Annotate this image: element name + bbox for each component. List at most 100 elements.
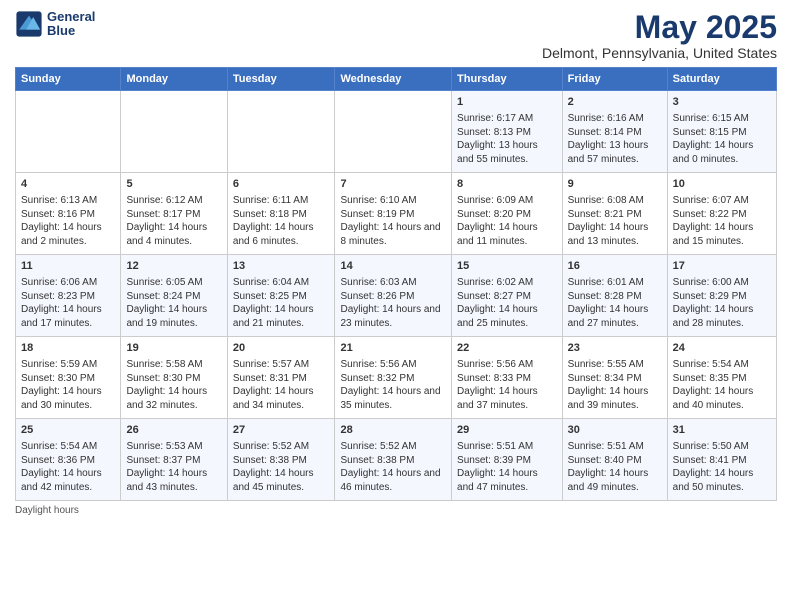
cell-content: Sunset: 8:38 PM	[340, 454, 446, 468]
cell-content: Sunset: 8:13 PM	[457, 126, 557, 140]
cell-content: Sunrise: 5:52 AM	[233, 440, 330, 454]
day-number: 16	[568, 259, 662, 274]
calendar-cell: 4Sunrise: 6:13 AMSunset: 8:16 PMDaylight…	[16, 173, 121, 255]
day-number: 15	[457, 259, 557, 274]
day-number: 31	[673, 423, 771, 438]
cell-content: Sunrise: 6:08 AM	[568, 194, 662, 208]
calendar-cell: 22Sunrise: 5:56 AMSunset: 8:33 PMDayligh…	[452, 337, 563, 419]
cell-content: Sunrise: 6:04 AM	[233, 276, 330, 290]
cell-content: Sunrise: 5:58 AM	[126, 358, 221, 372]
cell-content: Sunset: 8:28 PM	[568, 290, 662, 304]
cell-content: Sunset: 8:36 PM	[21, 454, 115, 468]
cell-content: Daylight: 14 hours and 40 minutes.	[673, 385, 771, 412]
calendar-cell	[227, 91, 335, 173]
cell-content: Sunrise: 5:51 AM	[568, 440, 662, 454]
generalblue-logo-icon	[15, 10, 43, 38]
day-number: 10	[673, 177, 771, 192]
calendar-cell: 12Sunrise: 6:05 AMSunset: 8:24 PMDayligh…	[121, 255, 227, 337]
cell-content: Sunset: 8:33 PM	[457, 372, 557, 386]
cell-content: Daylight: 14 hours and 4 minutes.	[126, 221, 221, 248]
day-number: 22	[457, 341, 557, 356]
day-number: 2	[568, 95, 662, 110]
column-header-sunday: Sunday	[16, 68, 121, 91]
cell-content: Sunset: 8:32 PM	[340, 372, 446, 386]
calendar-table: SundayMondayTuesdayWednesdayThursdayFrid…	[15, 67, 777, 501]
cell-content: Daylight: 14 hours and 30 minutes.	[21, 385, 115, 412]
cell-content: Sunset: 8:20 PM	[457, 208, 557, 222]
day-number: 25	[21, 423, 115, 438]
calendar-cell: 1Sunrise: 6:17 AMSunset: 8:13 PMDaylight…	[452, 91, 563, 173]
calendar-cell: 25Sunrise: 5:54 AMSunset: 8:36 PMDayligh…	[16, 419, 121, 501]
calendar-cell: 28Sunrise: 5:52 AMSunset: 8:38 PMDayligh…	[335, 419, 452, 501]
day-number: 12	[126, 259, 221, 274]
logo: General Blue	[15, 10, 95, 39]
calendar-cell: 9Sunrise: 6:08 AMSunset: 8:21 PMDaylight…	[562, 173, 667, 255]
cell-content: Sunset: 8:14 PM	[568, 126, 662, 140]
calendar-cell: 8 Sunrise: 6:09 AMSunset: 8:20 PMDaylight…	[452, 173, 563, 255]
footer-note: Daylight hours	[15, 505, 777, 516]
cell-content: Sunrise: 5:53 AM	[126, 440, 221, 454]
day-number: 8	[457, 177, 557, 192]
calendar-cell: 31Sunrise: 5:50 AMSunset: 8:41 PMDayligh…	[667, 419, 776, 501]
calendar-cell: 29Sunrise: 5:51 AMSunset: 8:39 PMDayligh…	[452, 419, 563, 501]
calendar-cell: 11Sunrise: 6:06 AMSunset: 8:23 PMDayligh…	[16, 255, 121, 337]
day-number: 28	[340, 423, 446, 438]
calendar-cell: 24Sunrise: 5:54 AMSunset: 8:35 PMDayligh…	[667, 337, 776, 419]
calendar-cell: 2 Sunrise: 6:16 AMSunset: 8:14 PMDaylight…	[562, 91, 667, 173]
cell-content: Sunset: 8:30 PM	[21, 372, 115, 386]
cell-content: Sunrise: 6:15 AM	[673, 112, 771, 126]
cell-content: Sunrise: 5:51 AM	[457, 440, 557, 454]
cell-content: Sunset: 8:25 PM	[233, 290, 330, 304]
cell-content: Sunset: 8:16 PM	[21, 208, 115, 222]
cell-content: Daylight: 14 hours and 13 minutes.	[568, 221, 662, 248]
title-block: May 2025 Delmont, Pennsylvania, United S…	[542, 10, 777, 61]
cell-content: Sunset: 8:21 PM	[568, 208, 662, 222]
calendar-cell: 17Sunrise: 6:00 AMSunset: 8:29 PMDayligh…	[667, 255, 776, 337]
calendar-cell: 15Sunrise: 6:02 AMSunset: 8:27 PMDayligh…	[452, 255, 563, 337]
cell-content: Daylight: 14 hours and 25 minutes.	[457, 303, 557, 330]
cell-content: Sunrise: 6:12 AM	[126, 194, 221, 208]
column-header-tuesday: Tuesday	[227, 68, 335, 91]
cell-content: Daylight: 14 hours and 11 minutes.	[457, 221, 557, 248]
cell-content: Daylight: 14 hours and 34 minutes.	[233, 385, 330, 412]
day-number: 13	[233, 259, 330, 274]
cell-content: Sunrise: 6:11 AM	[233, 194, 330, 208]
cell-content: Sunset: 8:29 PM	[673, 290, 771, 304]
cell-content: Sunrise: 6:02 AM	[457, 276, 557, 290]
calendar-week-3: 11Sunrise: 6:06 AMSunset: 8:23 PMDayligh…	[16, 255, 777, 337]
calendar-week-5: 25Sunrise: 5:54 AMSunset: 8:36 PMDayligh…	[16, 419, 777, 501]
calendar-cell	[16, 91, 121, 173]
calendar-cell: 10Sunrise: 6:07 AMSunset: 8:22 PMDayligh…	[667, 173, 776, 255]
column-header-saturday: Saturday	[667, 68, 776, 91]
calendar-cell: 27Sunrise: 5:52 AMSunset: 8:38 PMDayligh…	[227, 419, 335, 501]
cell-content: Sunset: 8:38 PM	[233, 454, 330, 468]
cell-content: Sunset: 8:23 PM	[21, 290, 115, 304]
calendar-cell: 21Sunrise: 5:56 AMSunset: 8:32 PMDayligh…	[335, 337, 452, 419]
cell-content: Daylight: 14 hours and 35 minutes.	[340, 385, 446, 412]
calendar-cell: 20Sunrise: 5:57 AMSunset: 8:31 PMDayligh…	[227, 337, 335, 419]
cell-content: Sunrise: 6:07 AM	[673, 194, 771, 208]
day-number: 29	[457, 423, 557, 438]
cell-content: Daylight: 14 hours and 50 minutes.	[673, 467, 771, 494]
day-number: 14	[340, 259, 446, 274]
cell-content: Daylight: 14 hours and 28 minutes.	[673, 303, 771, 330]
cell-content: Daylight: 14 hours and 19 minutes.	[126, 303, 221, 330]
calendar-cell: 23Sunrise: 5:55 AMSunset: 8:34 PMDayligh…	[562, 337, 667, 419]
day-number: 20	[233, 341, 330, 356]
day-number: 23	[568, 341, 662, 356]
cell-content: Daylight: 14 hours and 23 minutes.	[340, 303, 446, 330]
column-header-friday: Friday	[562, 68, 667, 91]
cell-content: Sunset: 8:40 PM	[568, 454, 662, 468]
cell-content: Daylight: 14 hours and 46 minutes.	[340, 467, 446, 494]
cell-content: Sunset: 8:19 PM	[340, 208, 446, 222]
cell-content: Sunrise: 6:09 AM	[457, 194, 557, 208]
cell-content: Sunrise: 6:16 AM	[568, 112, 662, 126]
cell-content: Sunrise: 6:06 AM	[21, 276, 115, 290]
cell-content: Sunrise: 5:56 AM	[340, 358, 446, 372]
cell-content: Sunset: 8:41 PM	[673, 454, 771, 468]
cell-content: Sunset: 8:31 PM	[233, 372, 330, 386]
day-number: 26	[126, 423, 221, 438]
main-title: May 2025	[542, 10, 777, 45]
calendar-cell: 14Sunrise: 6:03 AMSunset: 8:26 PMDayligh…	[335, 255, 452, 337]
cell-content: Daylight: 13 hours and 57 minutes.	[568, 139, 662, 166]
